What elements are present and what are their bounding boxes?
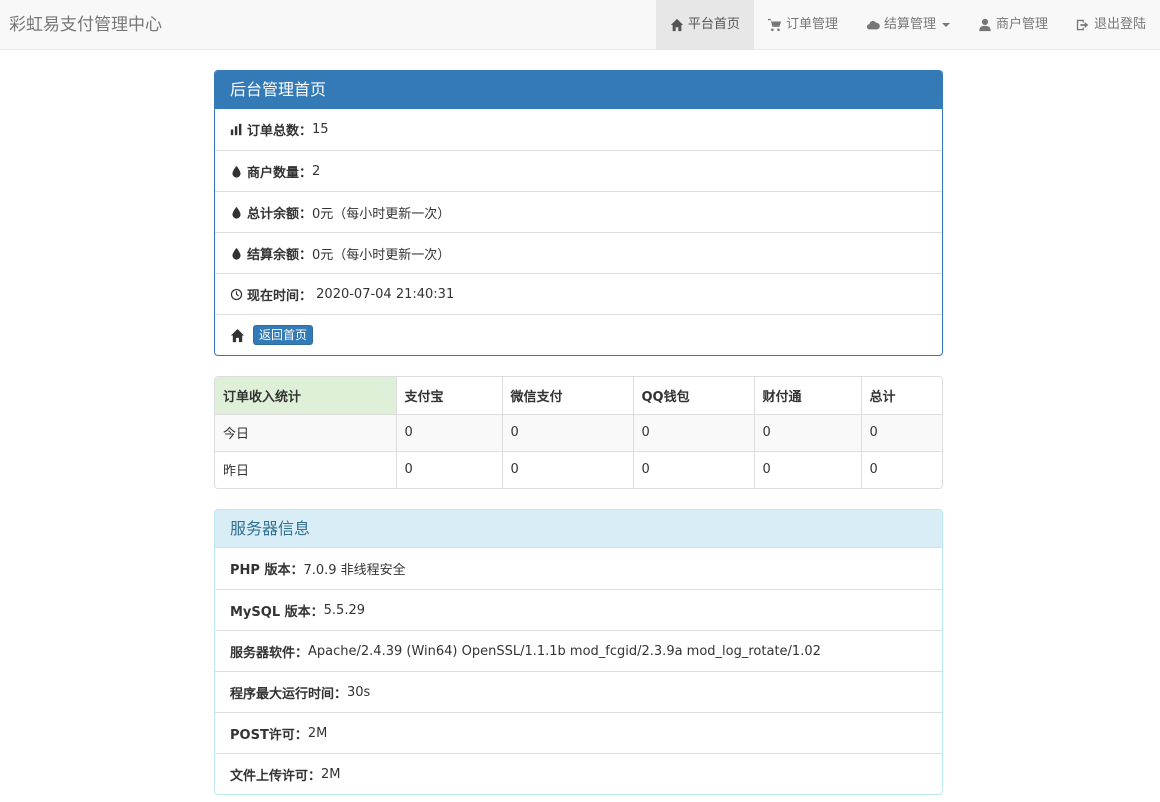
nav-item-home[interactable]: 平台首页 xyxy=(655,0,754,50)
nav-menu: 平台首页 订单管理 结算管理 商户管理 退出登陆 xyxy=(655,0,1160,50)
settle-balance-label: 结算余额： xyxy=(247,247,313,263)
table-header: 支付宝 xyxy=(396,377,503,414)
list-item-mysql-version: MySQL 版本： 5.5.29 xyxy=(215,589,942,630)
table-header: 微信支付 xyxy=(502,377,634,414)
merchant-count-value: 2 xyxy=(312,163,321,179)
bar-chart-icon xyxy=(230,123,242,136)
post-limit-label: POST许可： xyxy=(230,727,308,743)
table-cell: 昨日 xyxy=(215,450,397,488)
brand-title[interactable]: 彩虹易支付管理中心 xyxy=(9,0,162,50)
max-exec-time-label: 程序最大运行时间： xyxy=(230,686,348,702)
list-item-settle-balance: 结算余额： 0元（每小时更新一次） xyxy=(215,232,942,273)
nav-item-label: 订单管理 xyxy=(785,17,838,32)
table-cell: 0 xyxy=(502,413,634,451)
server-software-label: 服务器软件： xyxy=(230,645,309,661)
total-balance-value: 0元（每小时更新一次） xyxy=(312,206,451,222)
table-cell: 0 xyxy=(633,413,755,451)
admin-panel: 后台管理首页 订单总数： 15 商户数量： 2 总计余额： 0元（每小时更新一次… xyxy=(214,70,943,356)
max-exec-time-value: 30s xyxy=(347,684,371,700)
upload-limit-value: 2M xyxy=(321,766,341,782)
navbar: 彩虹易支付管理中心 平台首页 订单管理 结算管理 商户管理 退出登陆 xyxy=(0,0,1160,50)
nav-item-label: 结算管理 xyxy=(883,17,936,32)
table-header: 总计 xyxy=(861,377,942,414)
table-cell: 0 xyxy=(861,413,942,451)
clock-icon xyxy=(230,288,243,300)
list-item-home-link: 返回首页 xyxy=(215,314,942,355)
nav-item-label: 退出登陆 xyxy=(1093,17,1146,32)
table-row: 今日 0 0 0 0 0 xyxy=(215,413,942,451)
current-time-value: 2020-07-04 21:40:31 xyxy=(312,286,455,302)
list-item-total-balance: 总计余额： 0元（每小时更新一次） xyxy=(215,191,942,232)
drop-icon xyxy=(232,165,241,178)
nav-item-label: 平台首页 xyxy=(687,17,740,32)
order-count-label: 订单总数： xyxy=(247,124,313,139)
table-cell: 0 xyxy=(633,450,755,488)
php-version-value: 7.0.9 非线程安全 xyxy=(303,563,406,578)
merchant-count-label: 商户数量： xyxy=(247,165,313,181)
drop-icon xyxy=(232,206,241,219)
settle-balance-value: 0元（每小时更新一次） xyxy=(312,247,451,263)
table-cell: 0 xyxy=(861,450,942,488)
table-header: 订单收入统计 xyxy=(215,377,397,414)
table-cell: 今日 xyxy=(215,413,397,451)
main-content: 后台管理首页 订单总数： 15 商户数量： 2 总计余额： 0元（每小时更新一次… xyxy=(214,70,943,795)
list-item-upload-limit: 文件上传许可： 2M xyxy=(215,753,942,794)
post-limit-value: 2M xyxy=(307,725,328,741)
table-cell: 0 xyxy=(396,413,503,451)
table-cell: 0 xyxy=(754,413,862,451)
list-item-merchant-count: 商户数量： 2 xyxy=(215,150,942,191)
drop-icon xyxy=(232,247,241,260)
table-header: 财付通 xyxy=(754,377,862,414)
table-cell: 0 xyxy=(754,450,862,488)
nav-item-orders[interactable]: 订单管理 xyxy=(754,0,852,50)
user-icon xyxy=(979,18,991,32)
server-info-title: 服务器信息 xyxy=(215,510,942,548)
nav-item-label: 商户管理 xyxy=(995,17,1048,32)
list-item-server-software: 服务器软件： Apache/2.4.39 (Win64) OpenSSL/1.1… xyxy=(215,630,942,671)
table-header: QQ钱包 xyxy=(633,377,755,414)
mysql-version-value: 5.5.29 xyxy=(323,602,365,618)
cart-icon xyxy=(767,18,782,32)
admin-list: 订单总数： 15 商户数量： 2 总计余额： 0元（每小时更新一次） 结算余额：… xyxy=(215,109,942,355)
mysql-version-label: MySQL 版本： xyxy=(230,604,324,620)
table-header-row: 订单收入统计 支付宝 微信支付 QQ钱包 财付通 总计 xyxy=(215,377,942,414)
table-row: 昨日 0 0 0 0 0 xyxy=(215,450,942,488)
chevron-down-icon xyxy=(941,23,950,27)
logout-icon xyxy=(1076,19,1089,31)
upload-limit-label: 文件上传许可： xyxy=(230,768,322,784)
list-item-order-count: 订单总数： 15 xyxy=(215,109,942,150)
server-software-value: Apache/2.4.39 (Win64) OpenSSL/1.1.1b mod… xyxy=(308,643,821,659)
income-stats-table: 订单收入统计 支付宝 微信支付 QQ钱包 财付通 总计 今日 0 0 0 0 0 xyxy=(214,376,943,489)
nav-item-settlement[interactable]: 结算管理 xyxy=(852,0,964,50)
table-cell: 0 xyxy=(502,450,634,488)
list-item-current-time: 现在时间： 2020-07-04 21:40:31 xyxy=(215,273,942,314)
php-version-label: PHP 版本： xyxy=(230,563,304,578)
total-balance-label: 总计余额： xyxy=(247,206,313,222)
order-count-value: 15 xyxy=(312,122,329,137)
list-item-post-limit: POST许可： 2M xyxy=(215,712,942,753)
nav-item-logout[interactable]: 退出登陆 xyxy=(1062,0,1160,50)
home-icon xyxy=(230,328,245,342)
server-info-panel: 服务器信息 PHP 版本： 7.0.9 非线程安全 MySQL 版本： 5.5.… xyxy=(214,509,943,795)
back-home-button[interactable]: 返回首页 xyxy=(253,325,314,345)
list-item-php-version: PHP 版本： 7.0.9 非线程安全 xyxy=(215,548,942,589)
home-icon xyxy=(670,18,684,32)
table-cell: 0 xyxy=(396,450,503,488)
list-item-max-exec-time: 程序最大运行时间： 30s xyxy=(215,671,942,712)
cloud-icon xyxy=(866,20,880,30)
current-time-label: 现在时间： xyxy=(247,288,313,304)
admin-panel-title: 后台管理首页 xyxy=(215,71,942,109)
nav-item-merchants[interactable]: 商户管理 xyxy=(964,0,1062,50)
